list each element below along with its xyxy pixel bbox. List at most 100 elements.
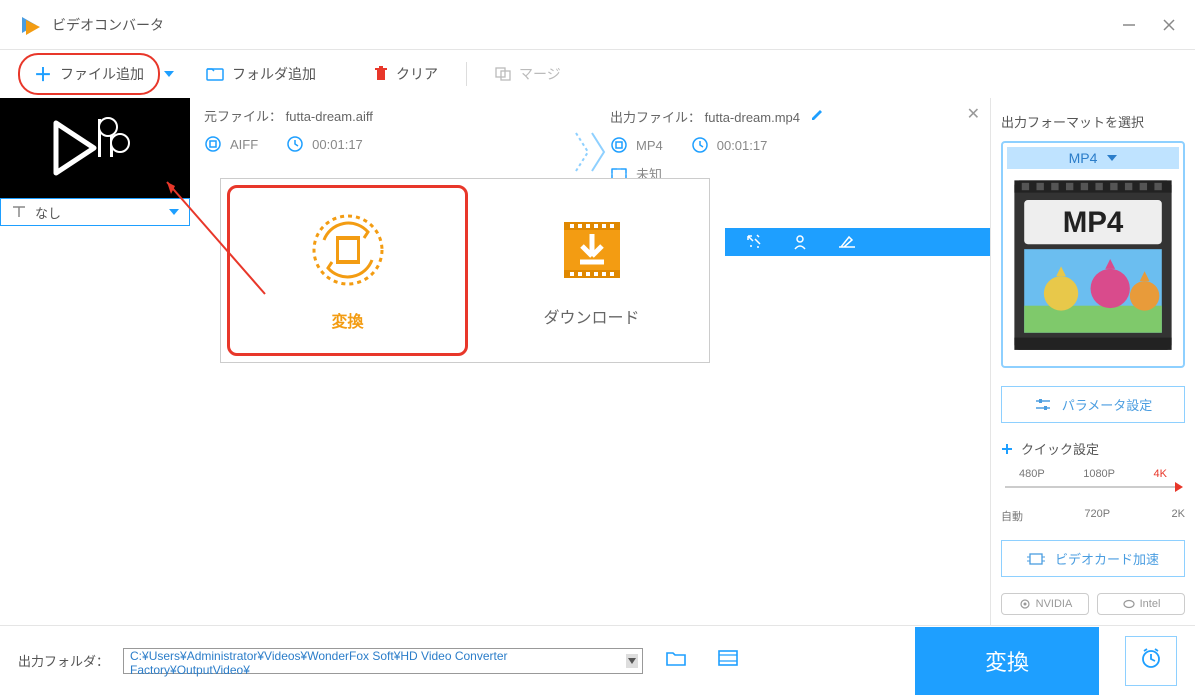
convert-mode-tile[interactable]: 変換	[227, 185, 468, 356]
chevron-down-icon	[169, 209, 179, 215]
chevron-right-icon	[572, 127, 608, 177]
parameter-settings-button[interactable]: パラメータ設定	[1001, 386, 1185, 423]
format-icon	[204, 135, 222, 153]
output-format-title: 出力フォーマットを選択	[1001, 112, 1185, 131]
watermark-icon[interactable]	[791, 233, 809, 251]
video-thumbnail[interactable]	[0, 98, 190, 198]
output-file-name: futta-dream.mp4	[705, 110, 800, 125]
quick-settings-title: クイック設定	[1001, 439, 1185, 458]
output-file-label-row: 出力ファイル： futta-dream.mp4	[610, 106, 976, 126]
intel-icon	[1122, 598, 1136, 610]
slider-max-icon	[1175, 482, 1183, 492]
sliders-icon	[1034, 398, 1052, 412]
browse-folder-button[interactable]	[657, 645, 695, 677]
intel-label: Intel	[1140, 598, 1161, 610]
right-sidebar: 出力フォーマットを選択 MP4 MP4 パラメータ設定	[990, 98, 1195, 625]
source-file-name: futta-dream.aiff	[286, 109, 373, 124]
plus-icon: ＋	[34, 61, 52, 87]
source-duration-value: 00:01:17	[312, 137, 363, 152]
add-folder-button[interactable]: フォルダ追加	[192, 58, 330, 90]
edit-tool-icon[interactable]	[837, 233, 857, 251]
quality-slider[interactable]: 480P 1080P 4K	[1001, 468, 1185, 502]
convert-tile-label: 変換	[331, 308, 363, 332]
nvidia-chip[interactable]: NVIDIA	[1001, 593, 1089, 615]
source-format-value: AIFF	[230, 137, 258, 152]
folder-open-icon	[665, 649, 687, 667]
clock-icon	[691, 136, 709, 154]
play-thumbnail-icon	[50, 113, 140, 183]
edit-icon[interactable]	[810, 106, 826, 122]
app-title: ビデオコンバータ	[52, 15, 1121, 35]
source-file-label-row: 元ファイル： futta-dream.aiff	[204, 106, 570, 125]
plus-small-icon	[1001, 443, 1013, 455]
minimize-button[interactable]	[1121, 17, 1137, 33]
output-folder-value: C:¥Users¥Administrator¥Videos¥WonderFox …	[130, 649, 508, 677]
open-output-button[interactable]	[709, 645, 747, 677]
output-duration-value: 00:01:17	[717, 138, 768, 153]
mode-dialog: 変換 ダウンロード	[220, 178, 710, 363]
add-file-button[interactable]: ＋ ファイル追加	[18, 53, 160, 95]
chevron-down-icon	[1107, 155, 1117, 161]
intel-chip[interactable]: Intel	[1097, 593, 1185, 615]
download-mode-tile[interactable]: ダウンロード	[474, 179, 709, 362]
titlebar: ビデオコンバータ	[0, 0, 1195, 50]
output-folder-input[interactable]: C:¥Users¥Administrator¥Videos¥WonderFox …	[123, 648, 643, 674]
quality-labels-top: 480P 1080P 4K	[1001, 468, 1185, 480]
output-format-name: MP4	[1069, 150, 1098, 166]
effects-icon[interactable]	[745, 233, 763, 251]
content-area: 元ファイル： futta-dream.aiff AIFF 00:01:17	[0, 98, 990, 625]
format-thumbnail-icon: MP4	[1007, 173, 1179, 357]
clock-icon	[286, 135, 304, 153]
nvidia-label: NVIDIA	[1036, 598, 1073, 610]
slider-track	[1005, 486, 1181, 488]
file-action-bar	[725, 228, 990, 256]
output-format-value: MP4	[636, 138, 663, 153]
format-icon	[610, 136, 628, 154]
quality-1080p: 1080P	[1083, 468, 1115, 480]
svg-text:MP4: MP4	[1063, 206, 1124, 239]
trash-icon	[374, 66, 388, 82]
quality-480p: 480P	[1019, 468, 1045, 480]
download-tile-label: ダウンロード	[543, 304, 639, 328]
main-area: 元ファイル： futta-dream.aiff AIFF 00:01:17	[0, 98, 1195, 625]
remove-file-button[interactable]: ✕	[967, 104, 980, 124]
close-button[interactable]	[1161, 17, 1177, 33]
nvidia-icon	[1018, 598, 1032, 610]
app-logo-icon	[18, 13, 42, 37]
quality-labels-bottom: 自動 720P 2K	[1001, 508, 1185, 524]
subtitle-selected: なし	[35, 203, 61, 222]
source-format: AIFF	[204, 135, 258, 153]
add-file-label: ファイル追加	[60, 64, 144, 84]
gpu-accel-button[interactable]: ビデオカード加速	[1001, 540, 1185, 577]
gpu-accel-label: ビデオカード加速	[1055, 549, 1159, 568]
merge-button[interactable]: マージ	[481, 58, 575, 90]
window-controls	[1121, 17, 1177, 33]
quality-720p: 720P	[1084, 508, 1110, 524]
alarm-clock-icon	[1140, 647, 1162, 669]
output-format-selector[interactable]: MP4 MP4	[1001, 141, 1185, 368]
output-folder-dropdown-icon[interactable]	[626, 654, 638, 668]
add-folder-label: フォルダ追加	[232, 64, 316, 84]
schedule-button[interactable]	[1125, 636, 1177, 686]
output-duration: 00:01:17	[691, 136, 768, 154]
gpu-vendor-row: NVIDIA Intel	[1001, 593, 1185, 615]
source-duration: 00:01:17	[286, 135, 363, 153]
source-file-prefix: 元ファイル：	[204, 109, 282, 124]
film-folder-icon	[717, 649, 739, 667]
subtitle-dropdown[interactable]: なし	[0, 198, 190, 226]
output-format-header: MP4	[1007, 147, 1179, 169]
clear-label: クリア	[396, 64, 438, 84]
chip-icon	[1027, 551, 1045, 567]
convert-icon	[308, 210, 388, 290]
clear-button[interactable]: クリア	[360, 58, 452, 90]
convert-button[interactable]: 変換	[915, 627, 1099, 695]
download-icon	[556, 214, 628, 286]
quality-2k: 2K	[1172, 508, 1185, 524]
folder-add-icon	[206, 66, 224, 82]
source-file-meta: AIFF 00:01:17	[204, 135, 570, 153]
bottom-bar: 出力フォルダ： C:¥Users¥Administrator¥Videos¥Wo…	[0, 625, 1195, 695]
add-file-dropdown-caret[interactable]	[164, 71, 174, 77]
output-folder-label: 出力フォルダ：	[18, 651, 109, 670]
quality-4k: 4K	[1154, 468, 1167, 480]
toolbar: ＋ ファイル追加 フォルダ追加 クリア マージ	[0, 50, 1195, 98]
